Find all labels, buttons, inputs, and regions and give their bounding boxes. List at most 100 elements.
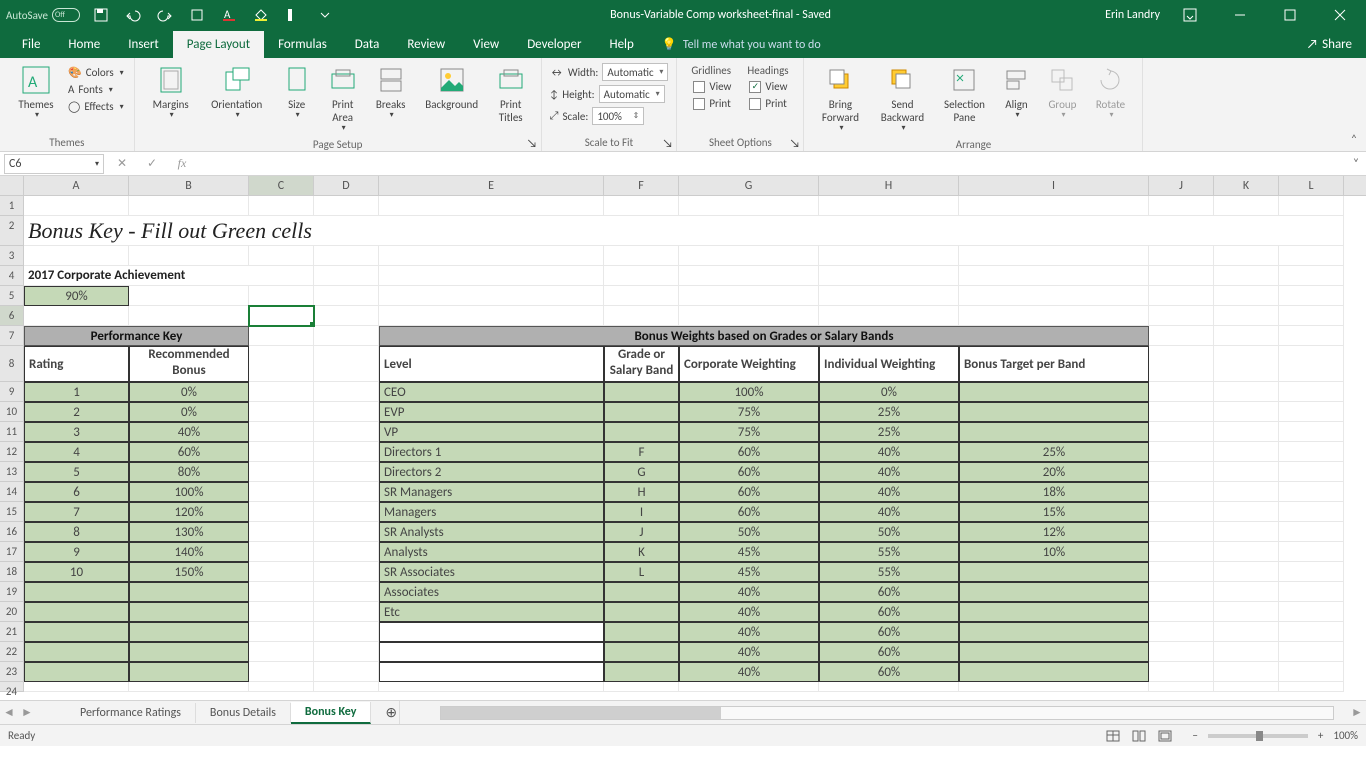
cell[interactable] <box>679 682 819 692</box>
cell[interactable] <box>1149 306 1214 326</box>
tab-insert[interactable]: Insert <box>114 31 173 58</box>
cell[interactable] <box>1214 482 1279 502</box>
cell[interactable] <box>1279 622 1344 642</box>
cell[interactable] <box>604 246 679 266</box>
horizontal-scrollbar[interactable] <box>440 706 1334 720</box>
cell[interactable] <box>1149 382 1214 402</box>
tab-developer[interactable]: Developer <box>513 31 595 58</box>
cell[interactable]: VP <box>379 422 604 442</box>
row-header[interactable]: 3 <box>0 246 24 266</box>
cell[interactable]: J <box>604 522 679 542</box>
cell[interactable] <box>249 622 314 642</box>
cell[interactable] <box>1279 442 1344 462</box>
row-header[interactable]: 15 <box>0 502 24 522</box>
name-box[interactable]: C6▾ <box>4 154 104 174</box>
cell[interactable] <box>1279 286 1344 306</box>
cell[interactable]: 55% <box>819 542 959 562</box>
width-combo[interactable]: Automatic▾ <box>602 63 668 81</box>
cell[interactable]: Individual Weighting <box>819 346 959 382</box>
row-header[interactable]: 19 <box>0 582 24 602</box>
cell[interactable] <box>1149 582 1214 602</box>
cell[interactable] <box>314 246 379 266</box>
qat-customize-icon[interactable] <box>314 4 336 26</box>
cell[interactable] <box>679 246 819 266</box>
cell[interactable]: 140% <box>129 542 249 562</box>
cell[interactable]: 50% <box>679 522 819 542</box>
row-header[interactable]: 4 <box>0 266 24 286</box>
cell[interactable] <box>24 682 129 692</box>
cell[interactable] <box>379 662 604 682</box>
cell[interactable] <box>314 286 379 306</box>
cell[interactable] <box>1214 346 1279 382</box>
cell[interactable] <box>314 382 379 402</box>
cell[interactable] <box>1214 502 1279 522</box>
cell[interactable] <box>129 286 249 306</box>
cell[interactable] <box>1279 502 1344 522</box>
cell[interactable] <box>379 266 604 286</box>
cell[interactable] <box>1214 306 1279 326</box>
cell[interactable] <box>314 442 379 462</box>
cell[interactable]: SR Managers <box>379 482 604 502</box>
cell[interactable]: 10% <box>959 542 1149 562</box>
col-header[interactable]: J <box>1149 176 1214 195</box>
cell[interactable] <box>249 562 314 582</box>
cell[interactable]: H <box>604 482 679 502</box>
spreadsheet-grid[interactable]: A B C D E F G H I J K L 12Bonus Key - Fi… <box>0 176 1366 700</box>
cell[interactable]: 20% <box>959 462 1149 482</box>
cell[interactable] <box>1149 542 1214 562</box>
cell[interactable] <box>604 196 679 216</box>
cell[interactable]: 100% <box>129 482 249 502</box>
row-header[interactable]: 2 <box>0 216 24 246</box>
cell[interactable]: F <box>604 442 679 462</box>
cell[interactable] <box>1149 502 1214 522</box>
cell[interactable] <box>1149 662 1214 682</box>
cell[interactable] <box>679 266 819 286</box>
cell[interactable] <box>604 306 679 326</box>
cell[interactable]: 40% <box>679 662 819 682</box>
cell[interactable] <box>1214 462 1279 482</box>
cell[interactable] <box>249 246 314 266</box>
cell[interactable] <box>249 346 314 382</box>
bring-forward-button[interactable]: Bring Forward▾ <box>812 62 868 136</box>
sheet-nav-prev-icon[interactable]: ◄ <box>0 705 18 720</box>
cell[interactable] <box>1214 662 1279 682</box>
cell[interactable]: 6 <box>24 482 129 502</box>
cell[interactable] <box>1149 422 1214 442</box>
cell[interactable] <box>679 286 819 306</box>
cell[interactable] <box>379 642 604 662</box>
cell[interactable]: Performance Key <box>24 326 249 346</box>
select-all-corner[interactable] <box>0 176 24 195</box>
margins-button[interactable]: Margins▾ <box>143 62 199 123</box>
cell[interactable] <box>1149 622 1214 642</box>
cell[interactable] <box>1214 682 1279 692</box>
cell[interactable] <box>1149 602 1214 622</box>
cell[interactable] <box>1214 326 1279 346</box>
row-header[interactable]: 8 <box>0 346 24 382</box>
print-area-button[interactable]: Print Area▾ <box>321 62 365 136</box>
cell[interactable] <box>959 642 1149 662</box>
cell[interactable]: 25% <box>819 402 959 422</box>
scale-spinner[interactable]: 100%⇕ <box>592 107 644 125</box>
cell[interactable] <box>819 286 959 306</box>
cell[interactable] <box>959 246 1149 266</box>
cell[interactable] <box>604 602 679 622</box>
cell[interactable] <box>314 682 379 692</box>
cell[interactable] <box>959 286 1149 306</box>
page-layout-view-icon[interactable] <box>1127 727 1151 745</box>
enter-formula-icon[interactable]: ✓ <box>140 154 164 174</box>
cell[interactable] <box>314 326 379 346</box>
col-header[interactable]: A <box>24 176 129 195</box>
row-header[interactable]: 11 <box>0 422 24 442</box>
col-header[interactable]: F <box>604 176 679 195</box>
new-sheet-button[interactable]: ⊕ <box>371 701 400 724</box>
row-header[interactable]: 5 <box>0 286 24 306</box>
cell[interactable]: Bonus Key - Fill out Green cells <box>24 216 1344 246</box>
minimize-icon[interactable] <box>1220 0 1260 30</box>
size-button[interactable]: Size▾ <box>275 62 319 123</box>
cell[interactable]: 55% <box>819 562 959 582</box>
cell[interactable]: 18% <box>959 482 1149 502</box>
cell[interactable]: Associates <box>379 582 604 602</box>
cell[interactable] <box>959 662 1149 682</box>
tab-page-layout[interactable]: Page Layout <box>173 31 264 58</box>
sheet-tab[interactable]: Bonus Key <box>291 702 372 724</box>
